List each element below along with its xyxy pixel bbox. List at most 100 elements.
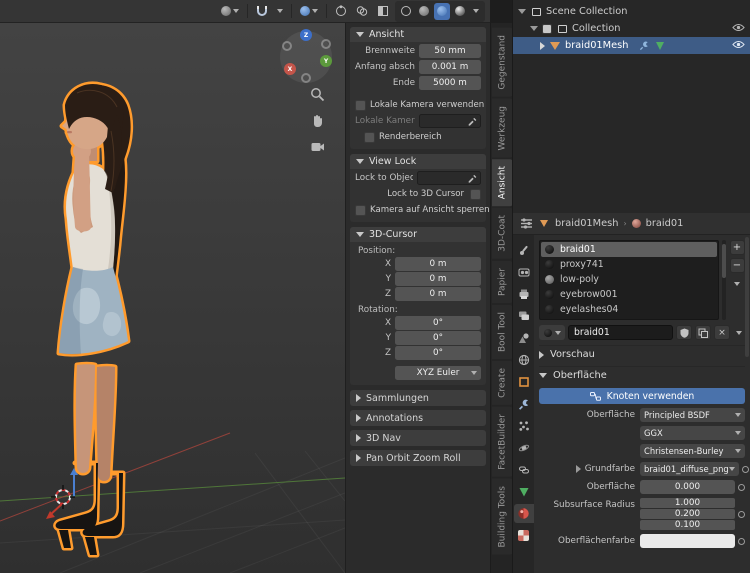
subsurface-value-field[interactable]: 0.000 [640, 480, 735, 494]
panel-ansicht-header[interactable]: Ansicht [350, 27, 486, 42]
slot-row[interactable]: proxy741 [541, 257, 717, 272]
tab-object[interactable] [514, 372, 534, 391]
lock-to-object-field[interactable] [417, 171, 481, 185]
browse-material-button[interactable] [539, 325, 565, 340]
snap-toggle[interactable] [253, 3, 271, 20]
distribution-dropdown[interactable]: GGX [640, 426, 745, 440]
tab-building-tools[interactable]: Building Tools [492, 478, 513, 555]
radius-z-field[interactable]: 0.100 [640, 520, 735, 530]
cursor-pos-x-field[interactable]: 0 m [395, 257, 481, 271]
material-filter-dropdown[interactable] [733, 325, 745, 340]
new-material-button[interactable] [695, 325, 711, 340]
animate-dot[interactable] [738, 510, 745, 518]
zoom-button[interactable] [308, 85, 326, 103]
panel-3d-nav-header[interactable]: 3D Nav [350, 430, 486, 446]
shading-material-button[interactable] [434, 2, 450, 20]
gizmo-minus-z[interactable] [301, 73, 311, 83]
pivot-point-dropdown[interactable] [218, 3, 242, 20]
slot-row[interactable]: low-poly [541, 272, 717, 287]
use-nodes-button[interactable]: Knoten verwenden [539, 388, 745, 404]
shading-solid-button[interactable] [416, 3, 432, 20]
slot-list-scrollbar[interactable] [722, 240, 726, 320]
tab-object-data[interactable] [514, 482, 534, 501]
visibility-toggle[interactable] [732, 40, 745, 52]
tab-tool[interactable] [514, 240, 534, 259]
local-camera-field[interactable] [419, 114, 481, 128]
tab-material[interactable] [513, 504, 534, 523]
shading-rendered-button[interactable] [452, 3, 468, 20]
eyedropper-icon[interactable] [467, 173, 477, 183]
tab-facetbuilder[interactable]: FacetBuilder [492, 407, 513, 477]
tab-physics[interactable] [514, 438, 534, 457]
show-gizmo-toggle[interactable] [332, 3, 350, 20]
tab-gegenstand[interactable]: Gegenstand [492, 28, 513, 97]
outliner-row-scene-collection[interactable]: Scene Collection [513, 3, 750, 20]
camera-view-button[interactable] [308, 137, 326, 155]
shading-wireframe-button[interactable] [398, 3, 414, 20]
lock-to-cursor-checkbox[interactable] [470, 188, 481, 200]
animate-dot[interactable] [738, 483, 745, 491]
tab-modifiers[interactable] [514, 394, 534, 413]
local-camera-checkbox[interactable] [355, 99, 366, 111]
tab-view-layer[interactable] [514, 306, 534, 325]
tab-world[interactable] [514, 350, 534, 369]
surface-section-header[interactable]: Oberfläche [539, 366, 745, 382]
tab-texture[interactable] [514, 526, 534, 545]
tab-output[interactable] [514, 284, 534, 303]
animate-dot[interactable] [738, 537, 745, 545]
tab-scene[interactable] [514, 328, 534, 347]
panel-annotations-header[interactable]: Annotations [350, 410, 486, 426]
gizmo-x-axis[interactable]: X [284, 63, 296, 75]
camera-to-view-checkbox[interactable] [355, 204, 366, 216]
unlink-material-button[interactable]: × [714, 325, 730, 340]
cursor-rot-z-field[interactable]: 0° [395, 346, 481, 360]
breadcrumb-object[interactable]: braid01Mesh [555, 218, 618, 229]
tab-papier[interactable]: Papier [492, 261, 513, 304]
tab-bool-tool[interactable]: Bool Tool [492, 305, 513, 360]
surface-shader-dropdown[interactable]: Principled BSDF [640, 408, 745, 422]
add-slot-button[interactable]: + [729, 240, 745, 255]
shading-dropdown[interactable] [470, 3, 482, 20]
remove-slot-button[interactable]: − [729, 258, 745, 273]
character-model[interactable] [15, 75, 195, 573]
gizmo-z-axis[interactable]: Z [300, 29, 312, 41]
collection-checkbox[interactable] [542, 23, 552, 34]
slot-row[interactable]: eyebrow001 [541, 287, 717, 302]
collapsed-icon[interactable] [540, 41, 545, 50]
material-slot-list[interactable]: braid01 proxy741 low-poly eyebrow001 eye… [539, 240, 719, 320]
outliner-row-braid01mesh[interactable]: braid01Mesh [513, 37, 750, 54]
clip-start-field[interactable]: 0.001 m [419, 60, 481, 74]
expand-icon[interactable] [530, 26, 538, 31]
show-overlays-toggle[interactable] [353, 3, 371, 20]
radius-x-field[interactable]: 1.000 [640, 498, 735, 508]
sss-color-swatch[interactable] [640, 534, 735, 548]
tab-render[interactable] [514, 262, 534, 281]
cursor-pos-z-field[interactable]: 0 m [395, 287, 481, 301]
xray-toggle[interactable] [374, 3, 392, 20]
navigation-gizmo[interactable]: Z Y X [280, 29, 332, 83]
3d-viewport[interactable]: Z Y X Ansicht Brennweite 50 mm Anfang ab… [0, 0, 490, 573]
tab-werkzeug[interactable]: Werkzeug [492, 98, 513, 158]
slot-row[interactable]: eyelashes04 [541, 302, 717, 317]
sss-method-dropdown[interactable]: Christensen-Burley [640, 444, 745, 458]
breadcrumb-material[interactable]: braid01 [646, 218, 684, 229]
clip-end-field[interactable]: 5000 m [419, 76, 481, 90]
snap-dropdown[interactable] [274, 3, 286, 20]
tab-particles[interactable] [514, 416, 534, 435]
gizmo-minus-y[interactable] [321, 39, 331, 49]
preview-section-header[interactable]: Vorschau [539, 345, 745, 361]
tab-ansicht[interactable]: Ansicht [492, 159, 513, 207]
eyedropper-icon[interactable] [467, 116, 477, 126]
tab-3d-coat[interactable]: 3D-Coat [492, 208, 513, 260]
render-region-checkbox[interactable] [364, 131, 375, 143]
outliner-row-collection[interactable]: Collection [513, 20, 750, 37]
panel-view-lock-header[interactable]: View Lock [350, 154, 486, 169]
panel-pan-orbit-header[interactable]: Pan Orbit Zoom Roll [350, 450, 486, 466]
animate-dot[interactable] [741, 465, 749, 473]
cursor-pos-y-field[interactable]: 0 m [395, 272, 481, 286]
cursor-rot-x-field[interactable]: 0° [395, 316, 481, 330]
visibility-toggle[interactable] [732, 23, 745, 35]
panel-sammlungen-header[interactable]: Sammlungen [350, 390, 486, 406]
focal-length-field[interactable]: 50 mm [419, 44, 481, 58]
properties-editor-icon[interactable] [520, 218, 533, 229]
